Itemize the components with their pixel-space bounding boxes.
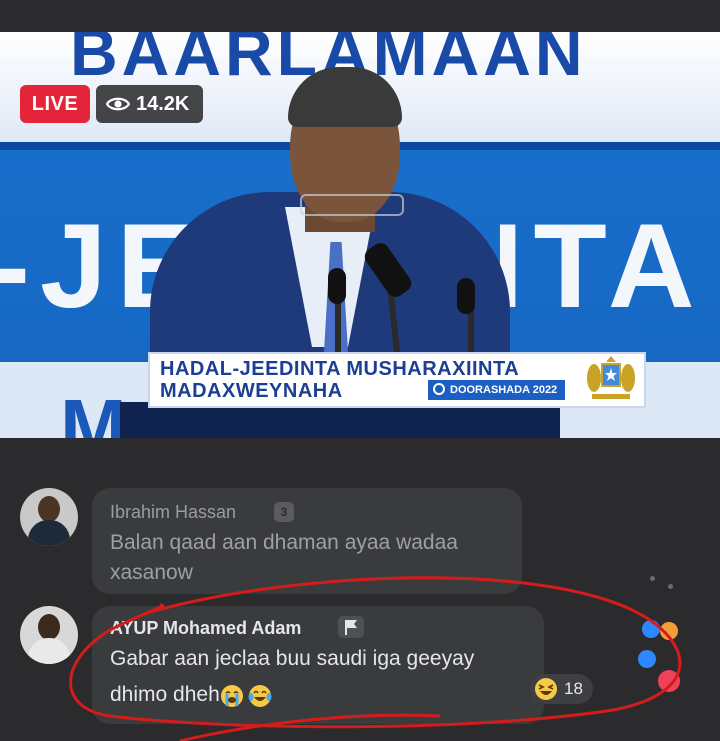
comment-author[interactable]: Ibrahim Hassan <box>110 502 236 523</box>
comment-text-line: Gabar aan jeclaa buu saudi iga geeyay <box>110 647 475 670</box>
rank-badge-icon: 3 <box>274 502 294 522</box>
caption-subtitle: MADAXWEYNAHA <box>160 380 343 402</box>
crying-emoji-icon <box>221 685 243 707</box>
like-icon <box>638 650 656 668</box>
election-badge-text: DOORASHADA 2022 <box>450 384 558 396</box>
comments-panel[interactable]: Ibrahim Hassan 3 Balan qaad aan dhaman a… <box>0 438 720 741</box>
lower-third-caption: HADAL-JEEDINTA MUSHARAXIINTA MADAXWEYNAH… <box>148 352 646 408</box>
reaction-count-pill[interactable]: 18 <box>530 674 593 704</box>
comment-author[interactable]: AYUP Mohamed Adam <box>110 618 301 639</box>
angry-icon <box>660 622 678 640</box>
reaction-count: 18 <box>564 679 583 698</box>
microphone-icon <box>457 278 475 314</box>
viewer-count: 14.2K <box>136 93 190 115</box>
coat-of-arms-icon <box>587 356 635 399</box>
microphone-icon <box>328 268 346 304</box>
particle <box>668 584 673 589</box>
avatar-body <box>28 638 70 664</box>
comment-bubble[interactable]: Ibrahim Hassan 3 Balan qaad aan dhaman a… <box>92 488 522 594</box>
election-logo-icon <box>433 383 445 395</box>
comment-bubble[interactable]: AYUP Mohamed Adam Gabar aan jeclaa buu s… <box>92 606 544 724</box>
particle <box>650 576 655 581</box>
live-badge: LIVE <box>20 85 90 123</box>
speaker-glasses <box>300 194 404 216</box>
avatar-body <box>28 520 70 546</box>
flag-icon <box>338 616 364 638</box>
comment-text-line: dhimo dheh <box>110 683 220 706</box>
comment-text-line: Balan qaad aan dhaman ayaa wadaa <box>110 531 458 554</box>
love-icon <box>658 670 680 692</box>
live-video-player[interactable]: BAARLAMAAN -JEEDINTA MAA HADAL-JEEDINTA … <box>0 32 720 438</box>
eye-icon <box>106 97 130 111</box>
top-status-bar <box>0 0 720 32</box>
avatar[interactable] <box>20 606 78 664</box>
laughing-reaction-icon <box>535 678 557 700</box>
caption-title: HADAL-JEEDINTA MUSHARAXIINTA <box>160 358 520 380</box>
comment-text-line: xasanow <box>110 561 193 584</box>
like-icon <box>642 620 660 638</box>
avatar[interactable] <box>20 488 78 546</box>
avatar-face <box>38 496 60 522</box>
tears-of-joy-emoji-icon <box>248 685 272 707</box>
avatar-face <box>38 614 60 640</box>
viewer-count-badge: 14.2K <box>96 85 204 123</box>
election-badge: DOORASHADA 2022 <box>428 380 566 400</box>
